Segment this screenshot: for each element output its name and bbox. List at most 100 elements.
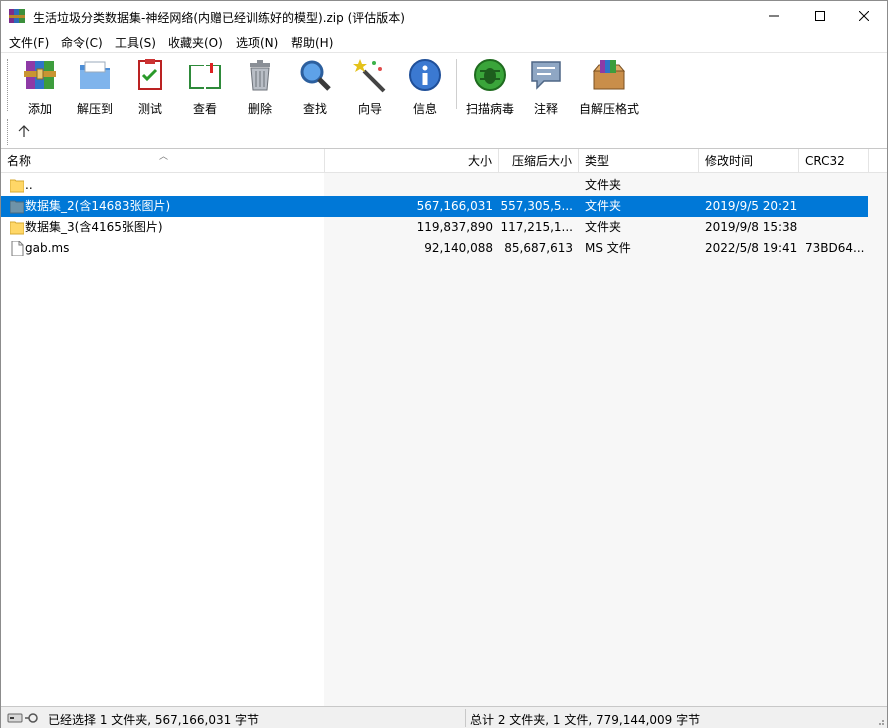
- wizard-wand-icon: [353, 59, 386, 93]
- col-crc[interactable]: CRC32: [799, 149, 869, 173]
- row-crc: [805, 196, 865, 217]
- row-name: ..: [25, 178, 33, 192]
- find-label: 查找: [302, 102, 327, 116]
- find-magnifier-icon: [300, 60, 331, 91]
- wizard-button[interactable]: 向导: [342, 57, 398, 116]
- extract-to-label: 解压到: [76, 102, 113, 116]
- row-type: 文件夹: [585, 199, 622, 213]
- status-divider: [465, 709, 466, 727]
- row-packed: 117,215,1...: [500, 220, 573, 234]
- comment-label: 注释: [533, 102, 558, 116]
- col-type[interactable]: 类型: [579, 149, 699, 173]
- col-packed-label: 压缩后大小: [511, 154, 572, 168]
- menu-options[interactable]: 选项(N): [236, 34, 278, 51]
- menu-help[interactable]: 帮助(H): [291, 34, 333, 51]
- status-bar: 已经选择 1 文件夹, 567,166,031 字节 总计 2 文件夹, 1 文…: [1, 706, 887, 728]
- add-archive-icon: [24, 61, 56, 89]
- up-arrow-icon[interactable]: [17, 123, 31, 139]
- col-modified-label: 修改时间: [705, 154, 754, 168]
- row-size: [325, 175, 493, 196]
- row-packed: 557,305,5...: [500, 199, 573, 213]
- menu-commands[interactable]: 命令(C): [61, 34, 103, 51]
- table-row[interactable]: 数据集_3(含4165张图片) 119,837,890 117,215,1...…: [1, 217, 868, 238]
- folder-icon: [10, 179, 24, 193]
- toolbar-grip[interactable]: [7, 59, 9, 111]
- view-label: 查看: [192, 102, 217, 116]
- row-modified: 2019/9/8 15:38: [705, 220, 797, 234]
- col-type-label: 类型: [585, 154, 610, 168]
- resize-grip-icon[interactable]: [875, 716, 885, 726]
- view-button[interactable]: 查看: [177, 57, 233, 116]
- table-row[interactable]: gab.ms 92,140,088 85,687,613 MS 文件 2022/…: [1, 238, 868, 259]
- menu-tools[interactable]: 工具(S): [115, 34, 156, 51]
- virus-scan-button[interactable]: 扫描病毒: [462, 57, 518, 116]
- toolbar: 添加 解压到 测试 查看 删除 查找 向导 信息 扫描病毒 注释 自解压格式: [1, 52, 887, 148]
- row-name: gab.ms: [25, 241, 70, 255]
- comment-icon: [531, 61, 561, 90]
- drive-key-icon[interactable]: [7, 711, 43, 725]
- menu-bar: 文件(F) 命令(C) 工具(S) 收藏夹(O) 选项(N) 帮助(H): [1, 31, 887, 52]
- minimize-icon: [769, 15, 779, 17]
- row-crc: 73BD64...: [805, 241, 865, 255]
- maximize-icon: [815, 11, 825, 21]
- add-label: 添加: [27, 102, 52, 116]
- maximize-button[interactable]: [797, 1, 843, 31]
- menu-file[interactable]: 文件(F): [9, 34, 49, 51]
- row-modified: [705, 175, 797, 196]
- table-row[interactable]: .. 文件夹: [1, 175, 868, 196]
- row-modified: 2022/5/8 19:41: [705, 241, 797, 255]
- title-bar[interactable]: 生活垃圾分类数据集-神经网络(内赠已经训练好的模型).zip (评估版本): [1, 1, 887, 31]
- info-label: 信息: [412, 102, 437, 116]
- row-size: 92,140,088: [424, 241, 493, 255]
- delete-trash-icon: [250, 60, 270, 91]
- file-list[interactable]: 名称 ︿ 大小 压缩后大小 类型 修改时间 CRC32 .. 文件夹 数据集_2…: [1, 148, 887, 707]
- window-title: 生活垃圾分类数据集-神经网络(内赠已经训练好的模型).zip (评估版本): [33, 11, 405, 25]
- test-button[interactable]: 测试: [122, 57, 178, 116]
- extract-to-icon: [80, 61, 110, 89]
- status-total: 总计 2 文件夹, 1 文件, 779,144,009 字节: [470, 713, 701, 727]
- row-type: 文件夹: [585, 178, 622, 192]
- test-label: 测试: [137, 102, 162, 116]
- table-row-selected[interactable]: 数据集_2(含14683张图片) 567,166,031 557,305,5..…: [1, 196, 868, 217]
- row-size: 567,166,031: [416, 199, 493, 213]
- row-crc: [805, 175, 865, 196]
- minimize-button[interactable]: [751, 1, 797, 31]
- view-book-icon: [189, 63, 221, 89]
- add-button[interactable]: 添加: [12, 57, 68, 116]
- file-icon: [11, 241, 24, 256]
- find-button[interactable]: 查找: [287, 57, 343, 116]
- comment-button[interactable]: 注释: [518, 57, 574, 116]
- info-button[interactable]: 信息: [397, 57, 453, 116]
- virus-scan-icon: [474, 59, 506, 91]
- row-packed: 85,687,613: [504, 241, 573, 255]
- delete-button[interactable]: 删除: [232, 57, 288, 116]
- toolbar-grip-2[interactable]: [7, 119, 9, 145]
- delete-label: 删除: [247, 102, 272, 116]
- status-selection: 已经选择 1 文件夹, 567,166,031 字节: [48, 713, 260, 727]
- sfx-box-icon: [592, 60, 626, 90]
- sfx-button[interactable]: 自解压格式: [577, 57, 641, 116]
- extract-to-button[interactable]: 解压到: [67, 57, 123, 116]
- row-packed: [499, 175, 573, 196]
- row-name: 数据集_3(含4165张图片): [25, 220, 163, 234]
- menu-favorites[interactable]: 收藏夹(O): [168, 34, 223, 51]
- col-packed[interactable]: 压缩后大小: [499, 149, 579, 173]
- folder-icon: [10, 221, 24, 235]
- toolbar-separator: [456, 59, 457, 109]
- col-name-label: 名称: [7, 154, 32, 168]
- winrar-window: 生活垃圾分类数据集-神经网络(内赠已经训练好的模型).zip (评估版本) 文件…: [0, 0, 888, 728]
- row-modified: 2019/9/5 20:21: [705, 199, 797, 213]
- col-modified[interactable]: 修改时间: [699, 149, 799, 173]
- close-icon: [859, 11, 869, 21]
- row-crc: [805, 217, 865, 238]
- wizard-label: 向导: [357, 102, 382, 116]
- col-size-label: 大小: [467, 154, 492, 168]
- list-header: 名称 ︿ 大小 压缩后大小 类型 修改时间 CRC32: [1, 149, 887, 173]
- row-type: 文件夹: [585, 220, 622, 234]
- close-button[interactable]: [841, 1, 887, 31]
- info-icon: [409, 59, 441, 91]
- col-size[interactable]: 大小: [325, 149, 499, 173]
- row-size: 119,837,890: [416, 220, 493, 234]
- row-name: 数据集_2(含14683张图片): [25, 199, 171, 213]
- test-archive-icon: [138, 59, 162, 90]
